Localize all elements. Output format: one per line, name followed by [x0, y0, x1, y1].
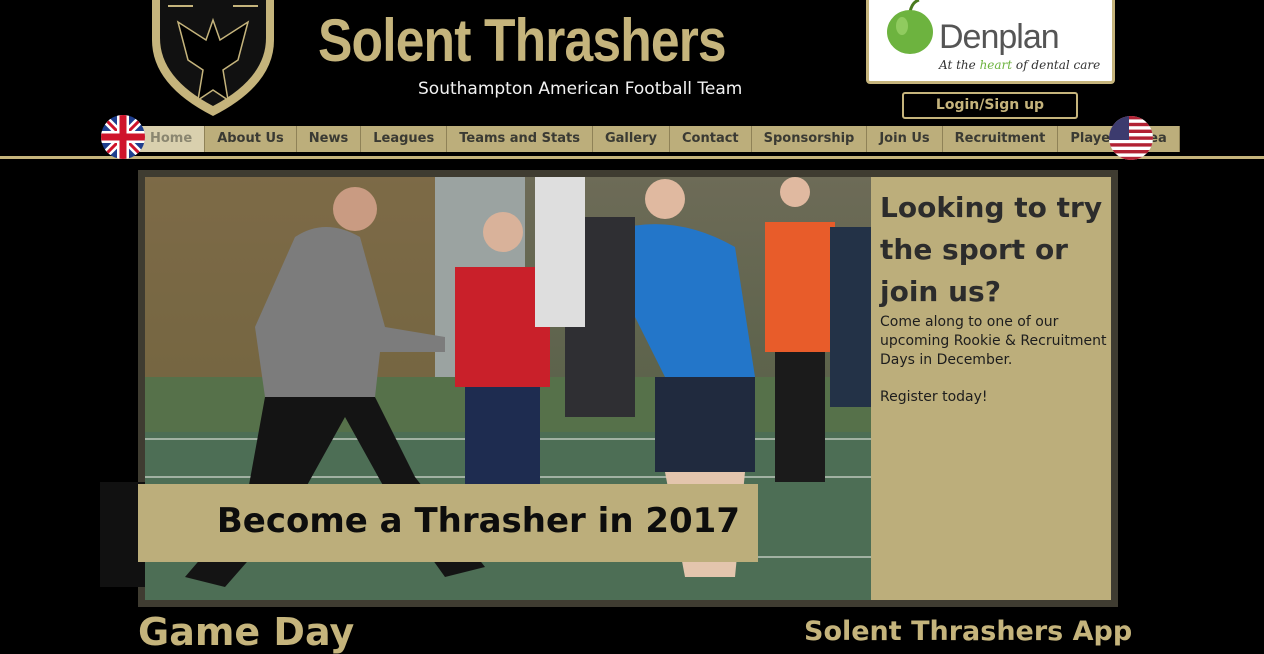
- app-heading: Solent Thrashers App: [804, 616, 1133, 647]
- promo-panel: Looking to try the sport or join us? Com…: [871, 177, 1111, 600]
- nav-item-gallery[interactable]: Gallery: [592, 126, 670, 152]
- us-flag-icon[interactable]: [1109, 116, 1153, 160]
- nav-item-contact[interactable]: Contact: [670, 126, 752, 152]
- uk-flag-icon[interactable]: [101, 115, 145, 159]
- nav-item-home[interactable]: Home: [138, 126, 206, 152]
- nav-item-recruitment[interactable]: Recruitment: [942, 126, 1059, 152]
- sponsor-name: Denplan: [939, 18, 1060, 56]
- nav-item-news[interactable]: News: [296, 126, 362, 152]
- promo-body: Come along to one of our upcoming Rookie…: [880, 314, 1107, 368]
- main-nav: Home About Us News Leagues Teams and Sta…: [138, 126, 1180, 152]
- nav-divider: [0, 156, 1264, 159]
- hero-banner-text: Become a Thrasher in 2017: [216, 501, 740, 541]
- hero-banner[interactable]: Become a Thrasher in 2017: [138, 484, 758, 562]
- nav-item-teams-and-stats[interactable]: Teams and Stats: [447, 126, 593, 152]
- site-subtitle: Southampton American Football Team: [418, 79, 743, 99]
- nav-item-leagues[interactable]: Leagues: [361, 126, 448, 152]
- sponsor-tagline: At the heart of dental care: [939, 58, 1101, 72]
- nav-item-sponsorship[interactable]: Sponsorship: [751, 126, 868, 152]
- game-day-heading: Game Day: [138, 610, 355, 654]
- site-title: Solent Thrashers: [318, 7, 727, 74]
- promo-cta: Register today!: [880, 389, 988, 405]
- nav-item-about-us[interactable]: About Us: [205, 126, 297, 152]
- sponsor-banner[interactable]: Denplan At the heart of dental care: [866, 0, 1115, 84]
- green-apple-icon: [887, 0, 933, 54]
- nav-item-join-us[interactable]: Join Us: [867, 126, 943, 152]
- login-signup-button[interactable]: Login/Sign up: [902, 92, 1078, 119]
- promo-title: Looking to try the sport or join us?: [880, 191, 1103, 308]
- team-logo-icon[interactable]: [148, 0, 278, 118]
